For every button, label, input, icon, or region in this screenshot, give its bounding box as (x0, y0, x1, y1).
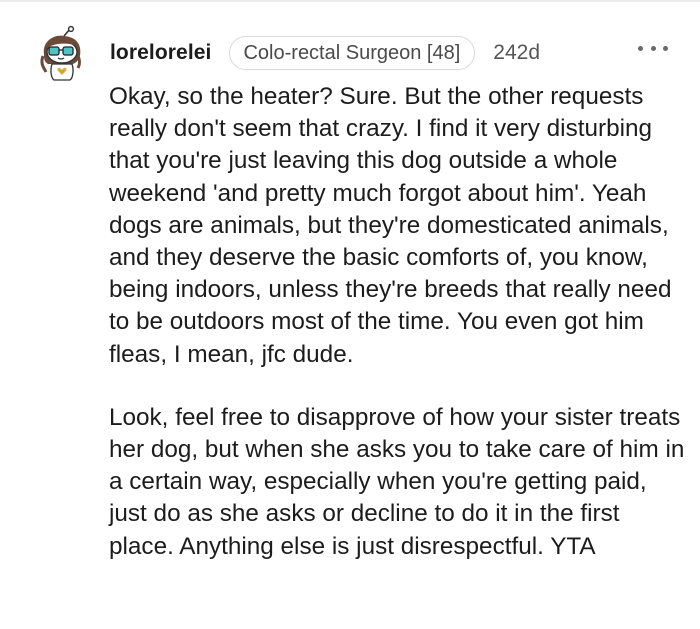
comment-card: lorelorelei Colo-rectal Surgeon [48] 242… (0, 0, 700, 629)
dot-icon (663, 45, 668, 51)
comment-body: Okay, so the heater? Sure. But the other… (109, 81, 689, 563)
dot-icon (638, 45, 643, 51)
username[interactable]: lorelorelei (110, 41, 211, 65)
comment-age: 242d (493, 41, 540, 64)
more-options-icon[interactable] (638, 37, 668, 59)
dot-icon (650, 45, 656, 51)
comment-paragraph: Look, feel free to disapprove of how you… (109, 403, 685, 560)
user-flair-badge: Colo-rectal Surgeon [48] (229, 36, 476, 70)
comment-header: lorelorelei Colo-rectal Surgeon [48] 242… (110, 35, 540, 71)
comment-paragraph: Okay, so the heater? Sure. But the other… (109, 83, 672, 368)
user-avatar-icon[interactable] (34, 26, 90, 82)
